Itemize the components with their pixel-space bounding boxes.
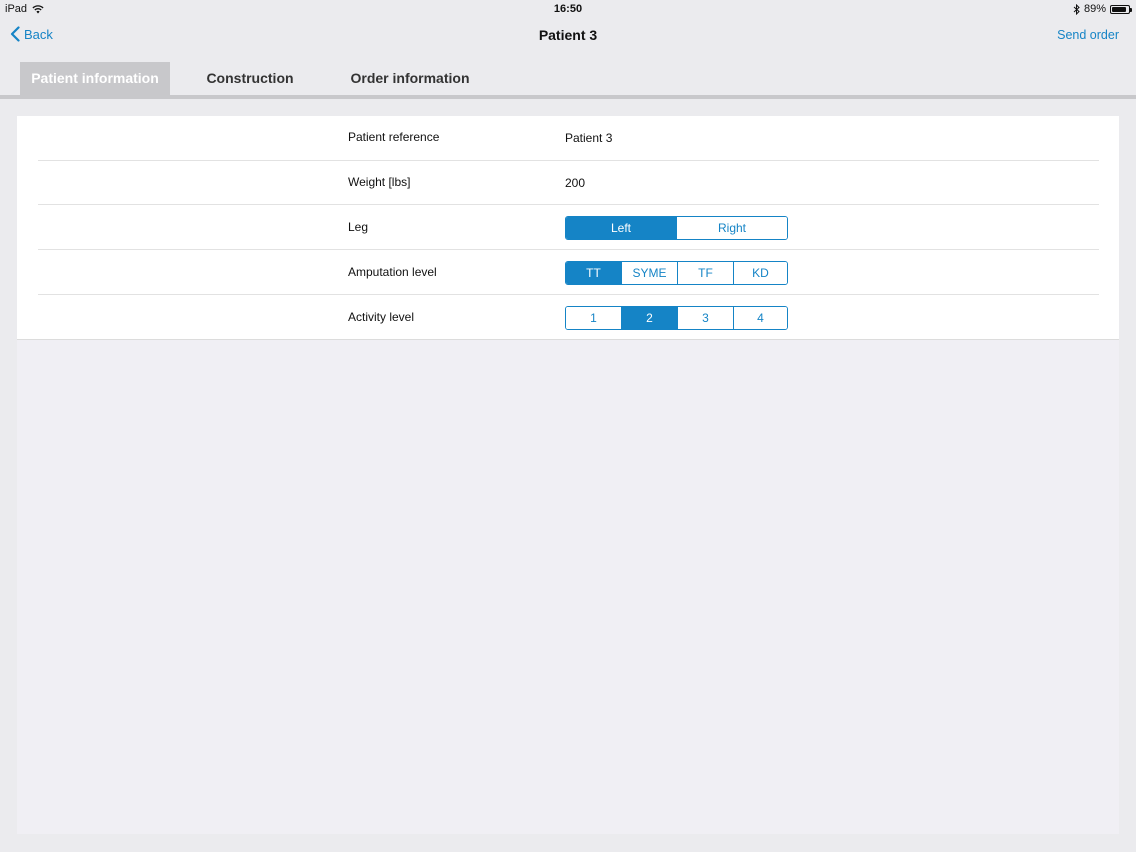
battery-fill [1112,6,1127,12]
patient-form: Patient reference Patient 3 Weight [lbs]… [17,116,1119,340]
send-order-button[interactable]: Send order [1057,28,1119,42]
activity-level-segmented-control: 1 2 3 4 [565,306,788,330]
status-bar: iPad 16:50 89% [0,0,1136,18]
activity-option-4[interactable]: 4 [733,307,787,329]
bluetooth-icon [1073,3,1080,15]
status-time: 16:50 [553,3,583,15]
leg-label: Leg [348,220,369,234]
tab-bar: Patient information Construction Order i… [0,62,1136,95]
page-title: Patient 3 [538,27,598,43]
battery-icon [1110,4,1132,14]
activity-option-1[interactable]: 1 [566,307,621,329]
patient-reference-label: Patient reference [348,130,440,144]
tab-order-information[interactable]: Order information [335,62,485,95]
tab-patient-information[interactable]: Patient information [20,62,170,95]
amputation-option-syme[interactable]: SYME [621,262,677,284]
weight-label: Weight [lbs] [348,175,411,189]
leg-option-left[interactable]: Left [566,217,676,239]
weight-value[interactable]: 200 [565,176,585,190]
amputation-option-tf[interactable]: TF [677,262,733,284]
amputation-level-segmented-control: TT SYME TF KD [565,261,788,285]
leg-segmented-control: Left Right [565,216,788,240]
activity-level-label: Activity level [348,310,415,324]
activity-option-3[interactable]: 3 [677,307,733,329]
row-leg: Leg Left Right [38,205,1099,250]
row-weight: Weight [lbs] 200 [38,160,1099,205]
amputation-option-tt[interactable]: TT [566,262,621,284]
amputation-level-label: Amputation level [348,265,437,279]
leg-option-right[interactable]: Right [676,217,787,239]
row-patient-reference: Patient reference Patient 3 [38,116,1099,161]
tab-construction[interactable]: Construction [185,62,315,95]
activity-option-2[interactable]: 2 [621,307,677,329]
row-activity-level: Activity level 1 2 3 4 [38,295,1099,340]
navigation-bar: Back Patient 3 Send order [0,18,1136,54]
amputation-option-kd[interactable]: KD [733,262,787,284]
tab-underline [0,95,1136,99]
status-bar-right: 89% [1073,3,1132,15]
patient-reference-value[interactable]: Patient 3 [565,131,612,145]
battery-percent: 89% [1083,3,1106,15]
row-amputation-level: Amputation level TT SYME TF KD [38,250,1099,295]
